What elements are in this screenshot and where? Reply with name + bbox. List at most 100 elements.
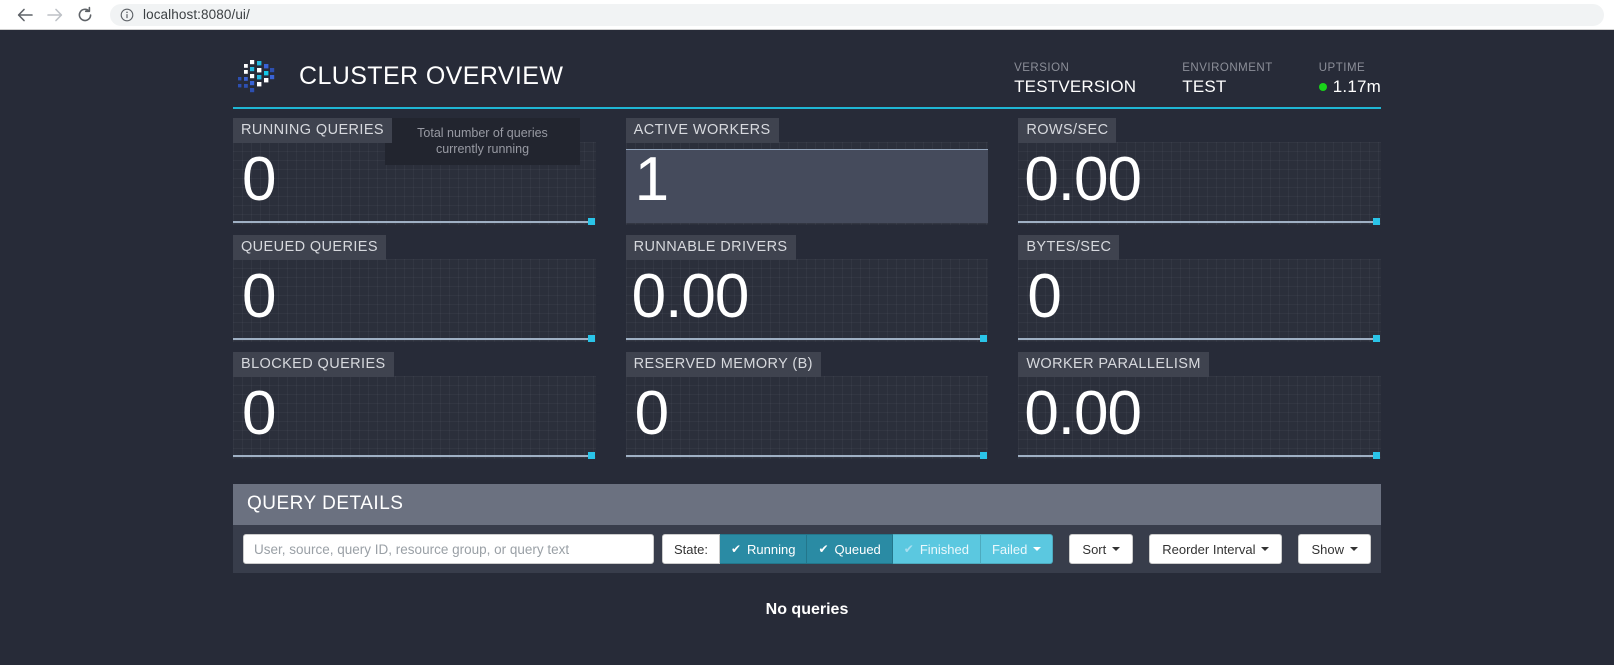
empty-state-message: No queries <box>765 601 849 618</box>
sparkline-path <box>1018 338 1375 340</box>
uptime-value-wrap: 1.17m <box>1318 77 1381 97</box>
version-value: TESTVERSION <box>1014 77 1137 96</box>
reorder-interval-dropdown-label: Reorder Interval <box>1162 541 1256 557</box>
sparkline-chart <box>625 142 989 225</box>
sparkline-path <box>233 338 590 340</box>
reorder-interval-dropdown[interactable]: Reorder Interval <box>1149 534 1283 564</box>
uptime-label: UPTIME <box>1318 62 1366 74</box>
version-label: VERSION <box>1014 62 1070 74</box>
sort-dropdown[interactable]: Sort <box>1069 534 1134 564</box>
tile-body: 1 <box>625 142 989 225</box>
reload-icon <box>76 6 94 24</box>
state-filter-finished-label: Finished <box>919 541 969 557</box>
check-icon: ✔ <box>818 542 829 556</box>
tile-value: 0.00 <box>631 262 750 331</box>
query-details-toolbar: State: ✔ Running ✔ Queued ✔ Finished <box>233 525 1381 573</box>
sparkline-path <box>233 455 590 457</box>
search-input[interactable] <box>243 534 654 564</box>
query-details-panel: QUERY DETAILS State: ✔ Running ✔ Queued <box>233 484 1381 649</box>
environment-value: TEST <box>1182 77 1227 96</box>
page-title: CLUSTER OVERVIEW <box>299 61 564 90</box>
forward-button[interactable] <box>40 0 70 30</box>
header-stats: VERSION TESTVERSION ENVIRONMENT TEST UPT… <box>1014 62 1381 99</box>
brand: CLUSTER OVERVIEW <box>233 55 563 99</box>
tile-label: QUEUED QUERIES <box>233 235 386 260</box>
back-button[interactable] <box>10 0 40 30</box>
tile-label: ROWS/SEC <box>1018 118 1117 143</box>
tile-body: 0 <box>233 259 596 342</box>
address-bar[interactable]: localhost:8080/ui/ <box>110 3 1604 26</box>
trino-dots-logo <box>233 55 281 97</box>
state-filter-failed-label: Failed <box>991 541 1028 557</box>
tile-value: 1 <box>634 145 669 214</box>
tile-value: 0 <box>242 262 276 331</box>
stat-tile-active-workers: ACTIVE WORKERS 1 <box>625 118 989 235</box>
tile-label: RESERVED MEMORY (B) <box>625 352 821 377</box>
sparkline-endpoint-marker <box>1372 335 1380 342</box>
state-filter-failed[interactable]: Failed <box>980 534 1054 564</box>
stat-tile-runnable-drivers: RUNNABLE DRIVERS 0.00 <box>625 235 989 352</box>
state-filter-finished[interactable]: ✔ Finished <box>892 534 981 564</box>
uptime-value: 1.17m <box>1332 77 1381 96</box>
chevron-down-icon <box>1350 547 1358 551</box>
sparkline-endpoint-marker <box>980 452 988 459</box>
show-dropdown[interactable]: Show <box>1298 534 1371 564</box>
check-icon: ✔ <box>903 542 914 556</box>
show-dropdown-label: Show <box>1311 541 1344 557</box>
sparkline-chart <box>233 259 596 342</box>
sparkline-endpoint-marker <box>587 452 595 459</box>
stat-tile-queued-queries: QUEUED QUERIES 0 <box>233 235 596 352</box>
header-stat-environment: ENVIRONMENT TEST <box>1182 62 1272 97</box>
sparkline-area-fill <box>625 149 989 223</box>
page-header: CLUSTER OVERVIEW VERSION TESTVERSION ENV… <box>233 31 1381 109</box>
check-icon: ✔ <box>730 542 742 556</box>
tile-value: 0 <box>242 379 276 448</box>
chevron-down-icon <box>1261 547 1270 551</box>
trino-ui: CLUSTER OVERVIEW VERSION TESTVERSION ENV… <box>0 31 1614 665</box>
chevron-down-icon <box>1033 547 1042 551</box>
stat-tile-reserved-memory: RESERVED MEMORY (B) 0 <box>625 352 989 469</box>
tile-value: 0 <box>1027 262 1061 331</box>
state-filter-running-label: Running <box>747 541 796 557</box>
tile-body: 0 <box>1018 259 1381 342</box>
state-filter-group: State: ✔ Running ✔ Queued ✔ Finished Fai… <box>661 534 1054 564</box>
back-arrow-icon <box>16 6 34 24</box>
app-root: localhost:8080/ui/ CLUSTER OVERVIEW VERS… <box>0 0 1614 665</box>
tile-value: 0 <box>242 145 276 214</box>
info-circle-icon[interactable] <box>120 8 134 22</box>
sparkline-endpoint-marker <box>587 218 595 225</box>
tile-label: RUNNING QUERIES <box>233 118 392 143</box>
sparkline-endpoint-marker <box>980 335 988 342</box>
tile-value: 0.00 <box>1024 379 1142 448</box>
state-filter-queued[interactable]: ✔ Queued <box>807 534 893 564</box>
header-stat-uptime: UPTIME 1.17m <box>1318 62 1381 97</box>
reload-button[interactable] <box>70 0 100 30</box>
sparkline-chart <box>233 376 596 459</box>
sparkline-endpoint-marker <box>1372 452 1380 459</box>
sparkline-chart <box>1018 259 1381 342</box>
stat-tile-rows-per-sec: ROWS/SEC 0.00 <box>1018 118 1381 235</box>
stat-grid: RUNNING QUERIES Total number of queries … <box>233 109 1381 469</box>
stat-tile-worker-parallelism: WORKER PARALLELISM 0.00 <box>1018 352 1381 469</box>
forward-arrow-icon <box>46 6 64 24</box>
header-stat-version: VERSION TESTVERSION <box>1014 62 1136 97</box>
tile-label: RUNNABLE DRIVERS <box>625 235 796 260</box>
sparkline-path <box>233 221 590 223</box>
page-container: CLUSTER OVERVIEW VERSION TESTVERSION ENV… <box>233 31 1381 649</box>
browser-toolbar: localhost:8080/ui/ <box>0 0 1614 30</box>
tile-value: 0.00 <box>1024 145 1142 214</box>
state-filter-label: State: <box>661 534 720 564</box>
chevron-down-icon <box>1112 547 1121 551</box>
tile-label: ACTIVE WORKERS <box>625 118 779 143</box>
stat-tile-running-queries: RUNNING QUERIES Total number of queries … <box>233 118 596 235</box>
query-details-title: QUERY DETAILS <box>233 484 1381 525</box>
sparkline-endpoint-marker <box>587 335 595 342</box>
state-filter-running[interactable]: ✔ Running <box>719 534 808 564</box>
tile-label: BYTES/SEC <box>1018 235 1120 260</box>
status-dot-icon <box>1318 83 1327 91</box>
sparkline-path <box>625 455 983 457</box>
tile-body: 0.00 <box>1018 142 1381 225</box>
url-text: localhost:8080/ui/ <box>143 7 250 22</box>
tile-body: 0 <box>625 376 989 459</box>
state-filter-queued-label: Queued <box>834 541 881 557</box>
